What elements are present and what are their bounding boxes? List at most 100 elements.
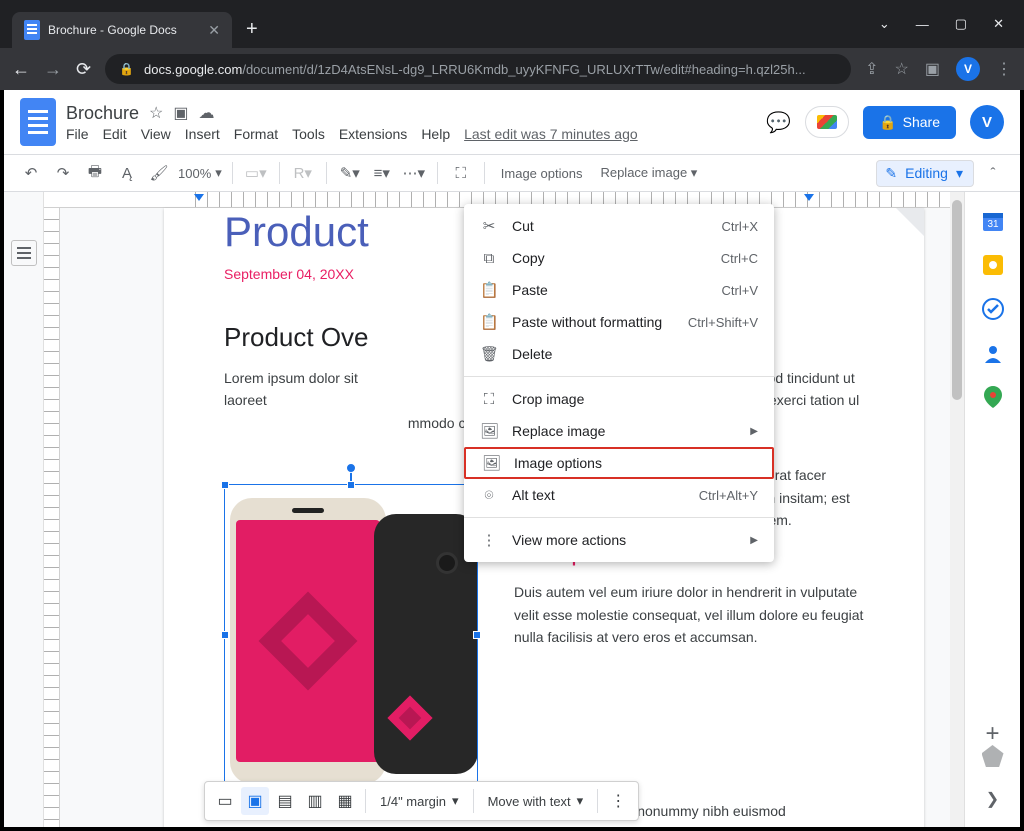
move-icon[interactable]: ▣	[173, 103, 188, 123]
bookmark-icon[interactable]: ☆	[895, 59, 909, 79]
reload-button[interactable]: ⟳	[76, 59, 91, 80]
keep-icon[interactable]	[982, 254, 1004, 276]
new-tab-button[interactable]: +	[246, 18, 258, 41]
more-options-button[interactable]: ⋮	[604, 787, 632, 815]
inline-image[interactable]	[224, 484, 478, 786]
wrap-text-button[interactable]: ▣	[241, 787, 269, 815]
ctx-crop-image[interactable]: ⛶Crop image	[464, 383, 774, 415]
spellcheck-button[interactable]: Ą	[114, 160, 140, 186]
ctx-image-options[interactable]: 🖼Image options	[464, 447, 774, 479]
profile-avatar[interactable]: V	[956, 57, 980, 81]
margin-selector[interactable]: 1/4" margin▾	[372, 793, 467, 809]
menu-extensions[interactable]: Extensions	[339, 126, 407, 142]
docs-favicon-icon	[24, 20, 40, 40]
styles-selector[interactable]: ▭▾	[243, 160, 269, 186]
ctx-alt-text[interactable]: ⌾Alt textCtrl+Alt+Y	[464, 479, 774, 511]
doc-paragraph[interactable]: Duis autem vel eum iriure dolor in hendr…	[514, 581, 864, 648]
right-margin-marker[interactable]	[804, 194, 814, 201]
wrap-behind-button[interactable]: ▥	[301, 787, 329, 815]
editing-mode-button[interactable]: ✎ Editing ▾	[876, 160, 974, 187]
contacts-icon[interactable]	[982, 342, 1004, 364]
account-avatar[interactable]: V	[970, 105, 1004, 139]
resize-handle[interactable]	[347, 481, 355, 489]
meet-button[interactable]	[805, 106, 849, 138]
vertical-ruler[interactable]	[44, 208, 60, 827]
url-domain: docs.google.com	[144, 62, 242, 77]
border-weight-button[interactable]: ≡▾	[369, 160, 395, 186]
ctx-delete[interactable]: 🗑Delete	[464, 338, 774, 370]
menu-edit[interactable]: Edit	[103, 126, 127, 142]
ctx-cut[interactable]: ✂CutCtrl+X	[464, 210, 774, 242]
wrap-break-button[interactable]: ▤	[271, 787, 299, 815]
crop-button[interactable]: ⛶	[448, 160, 474, 186]
resize-handle[interactable]	[473, 631, 481, 639]
scrollbar-thumb[interactable]	[952, 200, 962, 400]
menu-insert[interactable]: Insert	[185, 126, 220, 142]
forward-button[interactable]: →	[44, 59, 62, 80]
maps-icon[interactable]	[982, 386, 1004, 408]
wrap-inline-button[interactable]: ▭	[211, 787, 239, 815]
document-title[interactable]: Brochure	[66, 103, 139, 124]
chevron-down-icon: ▾	[452, 793, 459, 809]
share-button[interactable]: 🔒 Share	[863, 106, 956, 139]
collapse-toolbar-button[interactable]: ˆ	[980, 160, 1006, 186]
document-page[interactable]: Product September 04, 20XX Product Ove L…	[164, 208, 924, 827]
calendar-icon[interactable]: 31	[982, 210, 1004, 232]
collapse-side-panel-button[interactable]: ❯	[986, 789, 999, 809]
menu-view[interactable]: View	[141, 126, 171, 142]
browser-tab[interactable]: Brochure - Google Docs ✕	[12, 12, 232, 48]
ctx-copy[interactable]: ⧉CopyCtrl+C	[464, 242, 774, 274]
chevron-down-icon: ▾	[956, 165, 963, 182]
border-color-button[interactable]: ✎▾	[337, 160, 363, 186]
move-with-text-selector[interactable]: Move with text▾	[480, 793, 592, 809]
star-icon[interactable]: ☆	[149, 103, 163, 123]
menu-file[interactable]: File	[66, 126, 89, 142]
last-edit-link[interactable]: Last edit was 7 minutes ago	[464, 126, 638, 142]
ctx-view-more-actions[interactable]: ⋮View more actions▶	[464, 524, 774, 556]
rotate-handle[interactable]	[346, 463, 356, 473]
address-bar[interactable]: 🔒 docs.google.com/document/d/1zD4AtsENsL…	[105, 54, 851, 84]
add-on-button[interactable]: +	[982, 723, 1004, 745]
wrap-front-button[interactable]: ▦	[331, 787, 359, 815]
ctx-paste[interactable]: 📋PasteCtrl+V	[464, 274, 774, 306]
paint-format-button[interactable]: 🖌	[146, 160, 172, 186]
lock-icon: 🔒	[119, 62, 134, 76]
border-dash-button[interactable]: ⋯▾	[401, 160, 427, 186]
left-margin-marker[interactable]	[194, 194, 204, 201]
reader-icon[interactable]: ▣	[925, 59, 940, 79]
menu-help[interactable]: Help	[421, 126, 450, 142]
back-button[interactable]: ←	[12, 59, 30, 80]
browser-menu-icon[interactable]: ⋮	[996, 59, 1012, 79]
maximize-icon[interactable]: ▢	[955, 16, 967, 32]
zoom-selector[interactable]: 100%▾	[178, 165, 222, 181]
resize-handle[interactable]	[221, 631, 229, 639]
redo-button[interactable]: ↷	[50, 160, 76, 186]
tasks-icon[interactable]	[982, 298, 1004, 320]
ctx-paste-without-formatting[interactable]: 📋Paste without formattingCtrl+Shift+V	[464, 306, 774, 338]
comments-icon[interactable]: 💬	[766, 110, 791, 135]
close-tab-icon[interactable]: ✕	[208, 22, 220, 39]
menu-tools[interactable]: Tools	[292, 126, 325, 142]
explore-icon[interactable]	[982, 745, 1004, 767]
ctx-replace-image[interactable]: 🖼Replace image▶	[464, 415, 774, 447]
vertical-scrollbar[interactable]	[950, 192, 964, 827]
image-options-button[interactable]: Image options	[495, 166, 589, 181]
replace-image-button[interactable]: Replace image ▾	[594, 165, 703, 181]
copy-icon: ⧉	[480, 250, 498, 267]
font-selector[interactable]: R▾	[290, 160, 316, 186]
menu-format[interactable]: Format	[234, 126, 278, 142]
docs-logo-icon[interactable]	[20, 98, 56, 146]
image-icon: 🖼	[482, 454, 500, 472]
print-button[interactable]: 🖶	[82, 160, 108, 186]
cloud-status-icon[interactable]: ☁	[199, 103, 215, 123]
accessibility-icon: ⌾	[480, 487, 498, 504]
close-window-icon[interactable]: ✕	[993, 16, 1004, 32]
resize-handle[interactable]	[221, 481, 229, 489]
undo-button[interactable]: ↶	[18, 160, 44, 186]
caret-down-icon[interactable]: ⌄	[879, 16, 890, 32]
cut-icon: ✂	[480, 217, 498, 235]
minimize-icon[interactable]: —	[916, 17, 929, 32]
outline-toggle-button[interactable]	[11, 240, 37, 266]
share-url-icon[interactable]: ⇪	[865, 59, 878, 79]
chevron-down-icon: ▾	[577, 793, 584, 809]
